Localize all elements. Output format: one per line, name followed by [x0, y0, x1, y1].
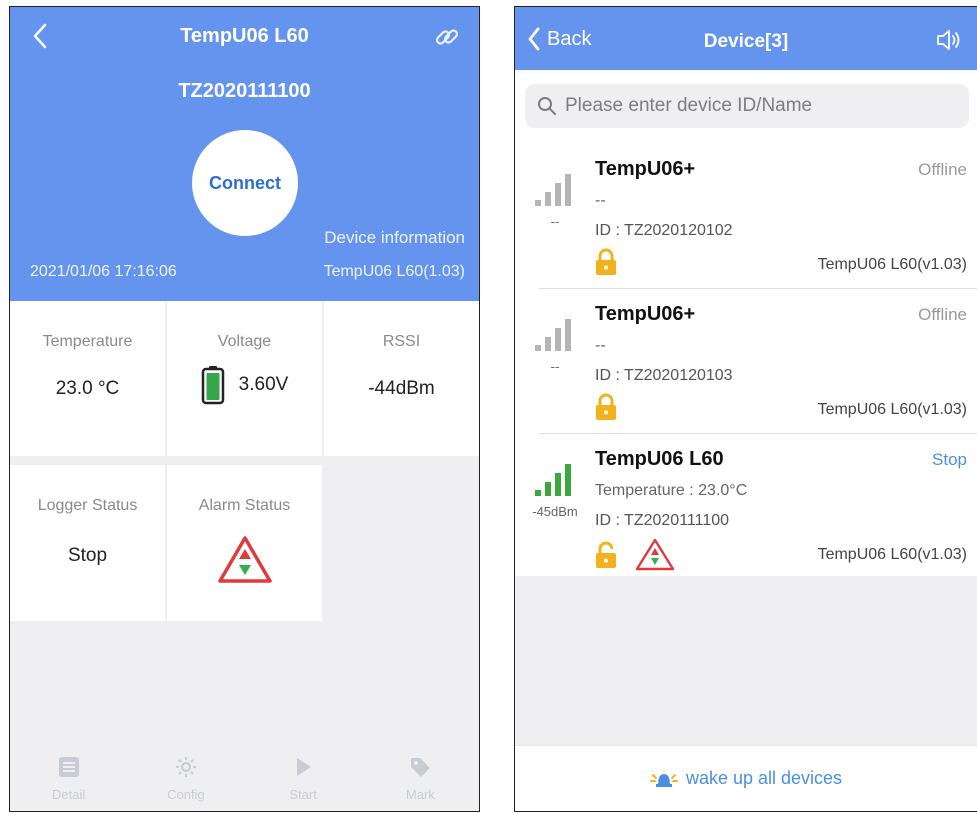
wake-up-all-button[interactable]: wake up all devices: [515, 745, 977, 811]
signal-strength-icon: [535, 464, 571, 496]
device-list-item[interactable]: -- TempU06+ Offline -- ID : TZ2020120103…: [515, 289, 977, 434]
play-icon: [297, 758, 312, 776]
device-name: TempU06+: [595, 303, 696, 325]
voltage-cell: Voltage 3.60V: [167, 301, 322, 456]
page: TempU06 L60 TZ2020111100 Connect Device …: [0, 0, 977, 814]
tab-mark[interactable]: Mark: [362, 747, 479, 811]
temperature-value: 23.0 °C: [55, 378, 120, 399]
device-detail-screen: TempU06 L60 TZ2020111100 Connect Device …: [9, 6, 480, 812]
device-version: TempU06 L60(v1.03): [817, 401, 967, 418]
device-subtitle: --: [595, 192, 606, 209]
lock-icon: [596, 393, 616, 420]
tab-start[interactable]: Start: [245, 747, 362, 811]
logger-status-cell: Logger Status Stop: [10, 465, 165, 621]
search-input[interactable]: [565, 95, 945, 117]
device-icons: [595, 538, 675, 572]
list-header: Back Device[3]: [515, 7, 977, 70]
tag-icon: [411, 758, 431, 777]
device-rssi: --: [550, 214, 560, 229]
lock-icon: [596, 248, 616, 275]
voltage-label: Voltage: [217, 333, 272, 350]
device-subtitle: --: [595, 337, 606, 354]
device-temperature: Temperature : 23.0°C: [595, 482, 748, 499]
tab-mark-label: Mark: [405, 787, 435, 802]
bottom-tab-bar: Detail Config Start Mark: [10, 747, 479, 811]
battery-icon: [201, 366, 224, 405]
device-name: TempU06 L60: [595, 448, 724, 470]
voltage-row: 3.60V: [167, 365, 322, 405]
device-status: Offline: [918, 305, 967, 324]
page-title: Device[3]: [703, 31, 789, 52]
device-version: TempU06 L60(v1.03): [817, 256, 967, 273]
tab-detail-label: Detail: [52, 787, 86, 802]
rssi-value: -44dBm: [368, 378, 435, 399]
voltage-value: 3.60V: [238, 374, 289, 395]
wake-up-all-label: wake up all devices: [685, 768, 843, 788]
gear-icon: [175, 757, 196, 777]
device-model-version: TempU06 L60(1.03): [323, 263, 465, 280]
device-rssi: -45dBm: [532, 504, 578, 519]
device-icons: [595, 393, 617, 421]
alarm-bell-icon: [649, 773, 678, 787]
detail-header: TempU06 L60 TZ2020111100 Connect Device …: [10, 7, 479, 301]
alarm-status-label: Alarm Status: [198, 497, 291, 514]
device-name: TempU06+: [595, 158, 696, 180]
page-title: TempU06 L60: [180, 25, 309, 47]
search-box[interactable]: [525, 84, 969, 128]
logger-status-label: Logger Status: [37, 497, 138, 514]
tab-start-label: Start: [289, 787, 317, 802]
logger-status-value: Stop: [67, 545, 108, 566]
alarm-status-cell: Alarm Status: [167, 465, 322, 621]
connect-button[interactable]: Connect: [192, 130, 298, 236]
unlock-icon: [596, 541, 616, 568]
device-status[interactable]: Stop: [932, 450, 967, 470]
device-information-link[interactable]: Device information: [324, 228, 465, 248]
device-id: ID : TZ2020120102: [595, 222, 733, 239]
speaker-icon[interactable]: [935, 27, 965, 53]
device-version: TempU06 L60(v1.03): [817, 546, 967, 563]
signal-strength-icon: [535, 174, 571, 206]
alarm-triangle-icon: [635, 538, 675, 571]
device-list-screen: Back Device[3] Please enter device ID/Na…: [514, 6, 977, 812]
rssi-cell: RSSI -44dBm: [324, 301, 479, 456]
link-icon[interactable]: [433, 23, 461, 51]
device-list-item[interactable]: -- TempU06+ Offline -- ID : TZ2020120102…: [515, 144, 977, 289]
temperature-cell: Temperature 23.0 °C: [10, 301, 165, 456]
device-status: Offline: [918, 160, 967, 179]
temperature-label: Temperature: [42, 333, 133, 350]
tab-config-label: Config: [167, 787, 205, 802]
search-area: [515, 70, 977, 144]
tab-detail[interactable]: Detail: [10, 747, 127, 811]
device-icons: [595, 248, 617, 276]
detail-icon: [58, 757, 79, 777]
signal-strength-icon: [535, 319, 571, 351]
device-id: ID : TZ2020120103: [595, 367, 733, 384]
device-list-item[interactable]: -45dBm TempU06 L60 Stop Temperature : 23…: [515, 434, 977, 576]
device-serial: TZ2020111100: [178, 80, 311, 102]
search-icon: [538, 97, 556, 115]
device-datetime: 2021/01/06 17:16:06: [30, 263, 177, 280]
alarm-triangle-icon: [218, 536, 272, 583]
device-rssi: --: [550, 359, 560, 374]
rssi-label: RSSI: [382, 333, 421, 350]
device-id: ID : TZ2020111100: [595, 512, 730, 529]
tab-config[interactable]: Config: [127, 747, 244, 811]
